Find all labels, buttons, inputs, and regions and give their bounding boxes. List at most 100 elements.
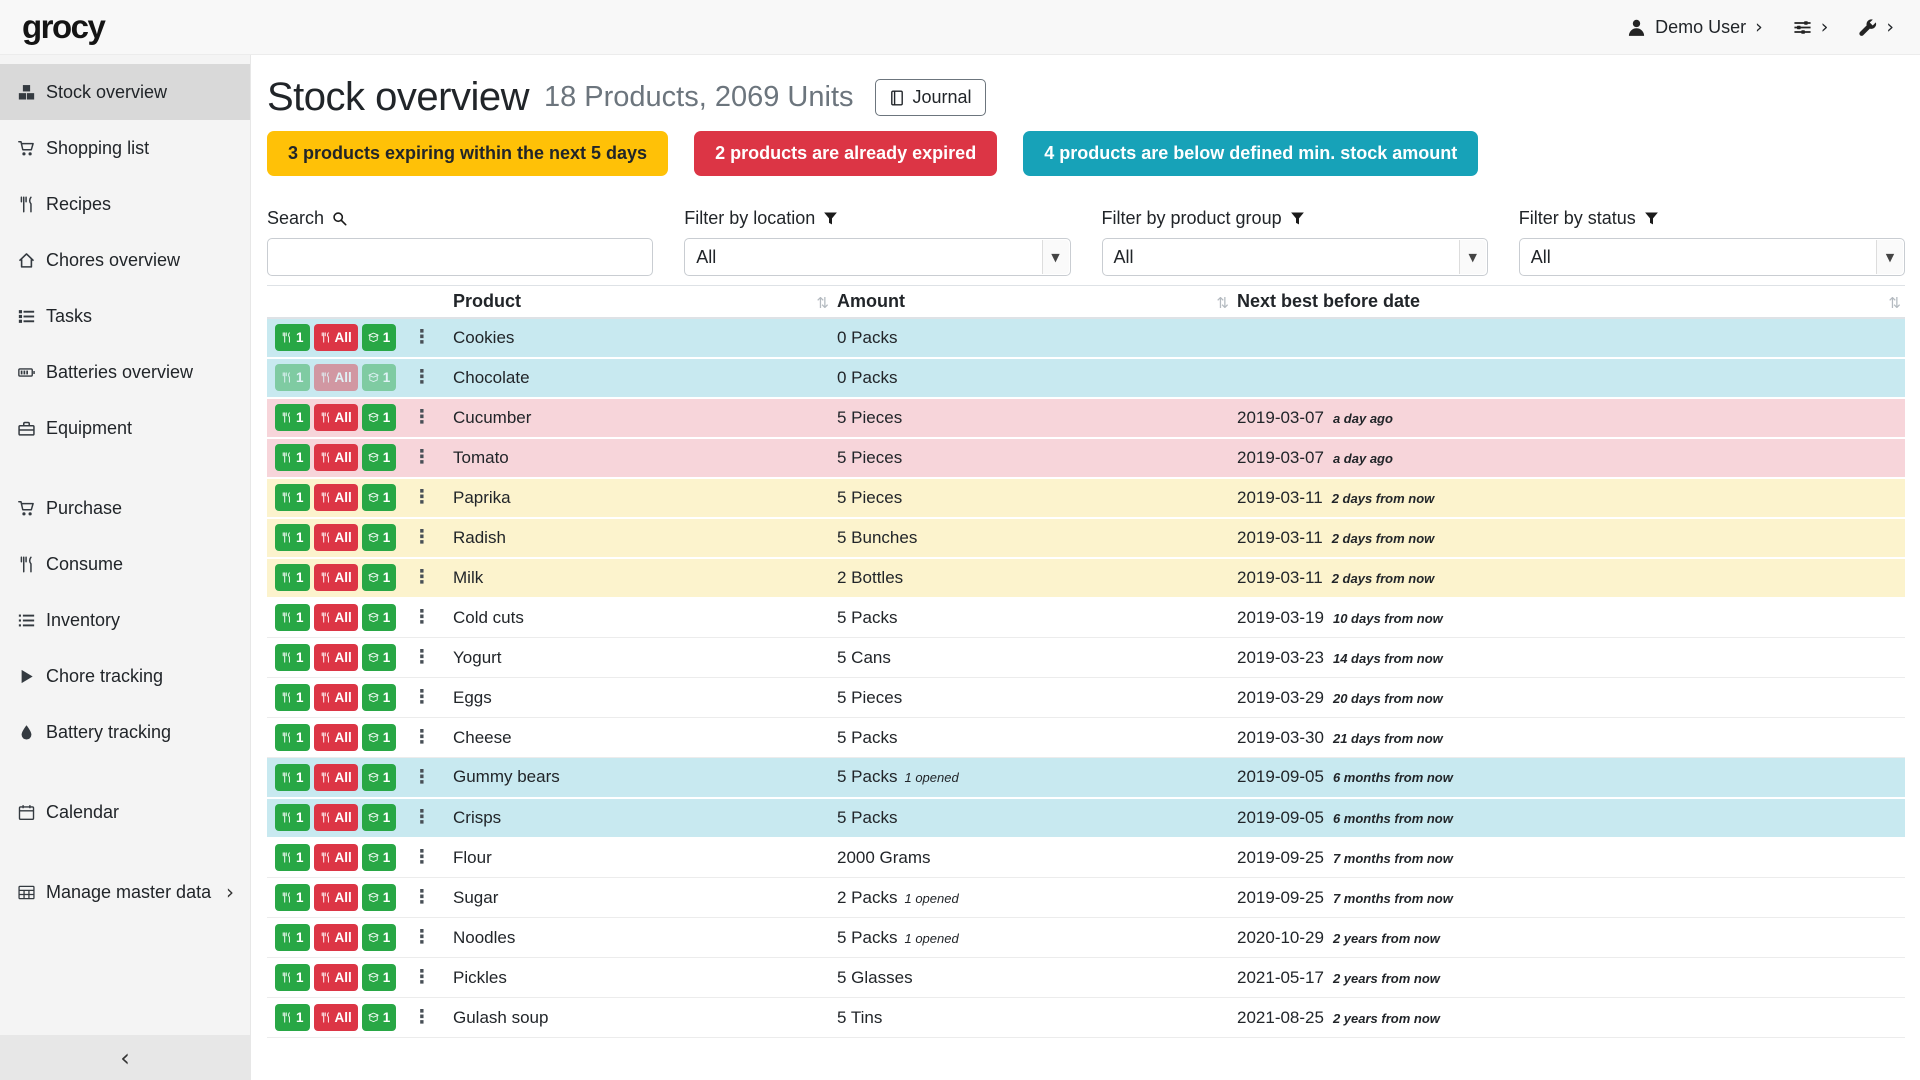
admin-menu[interactable]: ›	[1858, 18, 1894, 37]
open-one-button[interactable]: 1	[362, 964, 397, 991]
consume-one-button[interactable]: 1	[275, 844, 310, 871]
sidebar-item-shopping-list[interactable]: Shopping list	[0, 120, 250, 176]
row-menu-button[interactable]: ⋮	[407, 968, 436, 987]
row-menu-button[interactable]: ⋮	[407, 368, 436, 387]
open-one-button[interactable]: 1	[362, 724, 397, 751]
consume-all-button[interactable]: All	[314, 444, 358, 471]
consume-all-button[interactable]: All	[314, 484, 358, 511]
sidebar-item-chores-overview[interactable]: Chores overview	[0, 232, 250, 288]
sidebar-item-battery-tracking[interactable]: Battery tracking	[0, 704, 250, 760]
open-one-button[interactable]: 1	[362, 404, 397, 431]
consume-all-button[interactable]: All	[314, 324, 358, 351]
row-menu-button[interactable]: ⋮	[407, 408, 436, 427]
open-one-button[interactable]: 1	[362, 644, 397, 671]
consume-one-button[interactable]: 1	[275, 764, 310, 791]
consume-all-button[interactable]: All	[314, 684, 358, 711]
open-one-button[interactable]: 1	[362, 524, 397, 551]
consume-all-button[interactable]: All	[314, 844, 358, 871]
open-one-button[interactable]: 1	[362, 564, 397, 591]
sidebar-item-equipment[interactable]: Equipment	[0, 400, 250, 456]
consume-all-button[interactable]: All	[314, 524, 358, 551]
location-filter-select[interactable]: All ▼	[684, 238, 1070, 276]
row-menu-button[interactable]: ⋮	[407, 1008, 436, 1027]
product-group-filter-select[interactable]: All ▼	[1102, 238, 1488, 276]
consume-one-button[interactable]: 1	[275, 604, 310, 631]
sidebar-item-consume[interactable]: Consume	[0, 536, 250, 592]
bbd-column-header[interactable]: Next best before date ⇅	[1233, 286, 1905, 318]
amount-column-header[interactable]: Amount ⇅	[833, 286, 1233, 318]
app-logo[interactable]: grocy	[22, 8, 104, 46]
consume-one-button[interactable]: 1	[275, 324, 310, 351]
open-one-button[interactable]: 1	[362, 484, 397, 511]
sidebar-item-chore-tracking[interactable]: Chore tracking	[0, 648, 250, 704]
open-one-button[interactable]: 1	[362, 844, 397, 871]
consume-all-button[interactable]: All	[314, 924, 358, 951]
row-menu-button[interactable]: ⋮	[407, 768, 436, 787]
consume-all-button[interactable]: All	[314, 724, 358, 751]
row-menu-button[interactable]: ⋮	[407, 688, 436, 707]
sidebar-item-calendar[interactable]: Calendar	[0, 784, 250, 840]
journal-button[interactable]: Journal	[875, 79, 986, 116]
row-menu-button[interactable]: ⋮	[407, 808, 436, 827]
open-one-button[interactable]: 1	[362, 364, 397, 391]
sidebar-item-purchase[interactable]: Purchase	[0, 480, 250, 536]
consume-one-button[interactable]: 1	[275, 684, 310, 711]
consume-all-button[interactable]: All	[314, 804, 358, 831]
row-menu-button[interactable]: ⋮	[407, 928, 436, 947]
consume-one-button[interactable]: 1	[275, 804, 310, 831]
settings-menu[interactable]: ›	[1793, 18, 1829, 37]
open-one-button[interactable]: 1	[362, 324, 397, 351]
open-one-button[interactable]: 1	[362, 924, 397, 951]
open-one-button[interactable]: 1	[362, 684, 397, 711]
sidebar-item-inventory[interactable]: Inventory	[0, 592, 250, 648]
row-menu-button[interactable]: ⋮	[407, 328, 436, 347]
status-pill-danger[interactable]: 2 products are already expired	[694, 131, 997, 176]
open-one-button[interactable]: 1	[362, 884, 397, 911]
consume-all-button[interactable]: All	[314, 1004, 358, 1031]
consume-one-button[interactable]: 1	[275, 484, 310, 511]
consume-all-button[interactable]: All	[314, 644, 358, 671]
consume-all-button[interactable]: All	[314, 884, 358, 911]
row-menu-button[interactable]: ⋮	[407, 608, 436, 627]
open-one-button[interactable]: 1	[362, 604, 397, 631]
user-menu[interactable]: Demo User ›	[1627, 17, 1763, 38]
row-menu-button[interactable]: ⋮	[407, 728, 436, 747]
row-menu-button[interactable]: ⋮	[407, 448, 436, 467]
open-one-button[interactable]: 1	[362, 764, 397, 791]
consume-all-button[interactable]: All	[314, 564, 358, 591]
open-one-button[interactable]: 1	[362, 1004, 397, 1031]
consume-one-button[interactable]: 1	[275, 924, 310, 951]
status-pill-warning[interactable]: 3 products expiring within the next 5 da…	[267, 131, 668, 176]
consume-one-button[interactable]: 1	[275, 884, 310, 911]
consume-one-button[interactable]: 1	[275, 1004, 310, 1031]
consume-one-button[interactable]: 1	[275, 964, 310, 991]
sidebar-item-stock-overview[interactable]: Stock overview	[0, 64, 250, 120]
row-menu-button[interactable]: ⋮	[407, 888, 436, 907]
row-menu-button[interactable]: ⋮	[407, 848, 436, 867]
status-pill-info[interactable]: 4 products are below defined min. stock …	[1023, 131, 1478, 176]
consume-all-button[interactable]: All	[314, 604, 358, 631]
consume-one-button[interactable]: 1	[275, 564, 310, 591]
row-menu-button[interactable]: ⋮	[407, 648, 436, 667]
row-menu-button[interactable]: ⋮	[407, 528, 436, 547]
consume-one-button[interactable]: 1	[275, 524, 310, 551]
product-column-header[interactable]: Product ⇅	[449, 286, 833, 318]
sidebar-item-batteries-overview[interactable]: Batteries overview	[0, 344, 250, 400]
consume-all-button[interactable]: All	[314, 764, 358, 791]
consume-all-button[interactable]: All	[314, 364, 358, 391]
open-one-button[interactable]: 1	[362, 804, 397, 831]
sidebar-item-recipes[interactable]: Recipes	[0, 176, 250, 232]
sidebar-item-tasks[interactable]: Tasks	[0, 288, 250, 344]
consume-one-button[interactable]: 1	[275, 364, 310, 391]
open-one-button[interactable]: 1	[362, 444, 397, 471]
consume-all-button[interactable]: All	[314, 964, 358, 991]
consume-all-button[interactable]: All	[314, 404, 358, 431]
consume-one-button[interactable]: 1	[275, 404, 310, 431]
consume-one-button[interactable]: 1	[275, 444, 310, 471]
status-filter-select[interactable]: All ▼	[1519, 238, 1905, 276]
sidebar-item-manage-master-data[interactable]: Manage master data ›	[0, 864, 250, 920]
row-menu-button[interactable]: ⋮	[407, 568, 436, 587]
sidebar-collapse-button[interactable]: ‹	[0, 1035, 250, 1080]
row-menu-button[interactable]: ⋮	[407, 488, 436, 507]
consume-one-button[interactable]: 1	[275, 644, 310, 671]
